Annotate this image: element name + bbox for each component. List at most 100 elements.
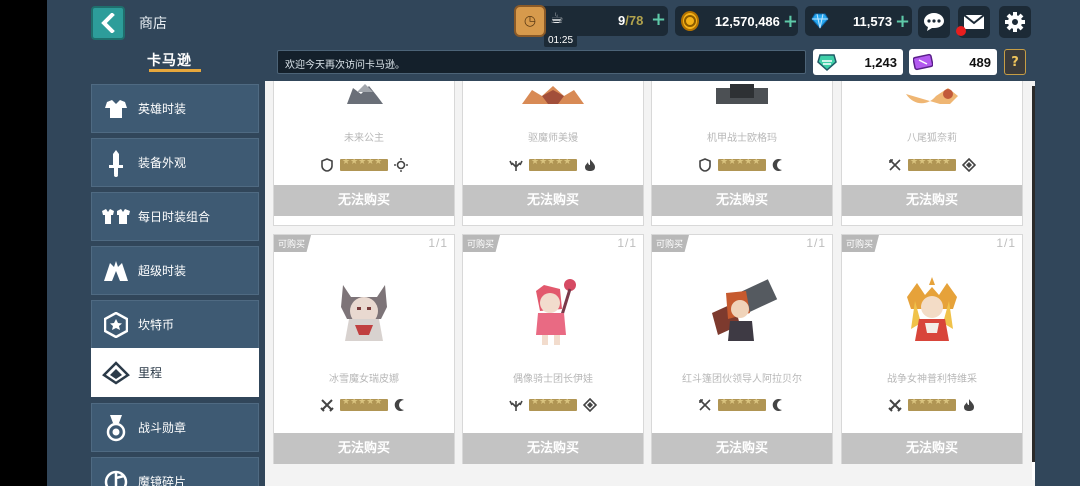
cannot-buy-button[interactable]: 无法购买 bbox=[652, 433, 832, 464]
sword-icon bbox=[98, 145, 134, 181]
moon-icon bbox=[772, 159, 782, 171]
shop-brand-logo: 卡马逊 bbox=[147, 53, 192, 69]
hero-portrait-image bbox=[712, 279, 778, 341]
sidebar-item-label: 超级时装 bbox=[138, 264, 187, 278]
star-rating bbox=[529, 159, 577, 171]
shield-icon bbox=[699, 158, 711, 172]
sidebar-item-label: 装备外观 bbox=[138, 156, 187, 170]
costume-icon bbox=[98, 91, 134, 127]
speech-bubble-icon bbox=[924, 13, 944, 31]
hero-tags bbox=[842, 158, 1022, 172]
mileage-ticket-value: 1,243 bbox=[864, 54, 897, 70]
cannot-buy-button[interactable]: 无法购买 bbox=[274, 433, 454, 464]
cannot-buy-button[interactable]: 无法购买 bbox=[652, 185, 832, 216]
back-button[interactable] bbox=[91, 6, 125, 40]
cannot-buy-button[interactable]: 无法购买 bbox=[463, 185, 643, 216]
hero-tags bbox=[842, 398, 1022, 412]
stamina-value: 9/78 bbox=[618, 13, 644, 28]
fire-icon bbox=[964, 399, 974, 411]
add-stamina-button[interactable]: + bbox=[651, 9, 666, 30]
fire-icon bbox=[585, 159, 595, 171]
sun-icon bbox=[394, 158, 408, 172]
moon-icon bbox=[772, 399, 782, 411]
shop-item-card[interactable]: 可购买 1/1 偶像骑士团长伊娃 无法购买 bbox=[462, 234, 644, 464]
mirror-shard-icon bbox=[98, 464, 134, 486]
crossed-swords-icon bbox=[888, 399, 902, 412]
gold-value: 12,570,486 bbox=[714, 13, 780, 29]
purchasable-badge: 可购买 bbox=[274, 235, 312, 252]
shop-item-card[interactable]: 驱魔师美嫚 无法购买 bbox=[462, 81, 644, 226]
chevron-left-icon bbox=[101, 13, 115, 33]
cannot-buy-button[interactable]: 无法购买 bbox=[463, 433, 643, 464]
shop-item-card[interactable]: 机甲战士欧格玛 无法购买 bbox=[651, 81, 833, 226]
add-gold-button[interactable]: + bbox=[783, 11, 798, 32]
star-rating bbox=[718, 399, 766, 411]
category-sidebar: 英雄时装 装备外观 每日时装组合 超级时装 坎特币 里程 战斗勋章 魔镜碎片 bbox=[47, 81, 265, 486]
sidebar-item-daily-costume-set[interactable]: 每日时装组合 bbox=[91, 192, 259, 241]
shop-item-card[interactable]: 未来公主 无法购买 bbox=[273, 81, 455, 226]
shop-app: 商店 ◷ ☕ 01:25 9/78 + 12,570,486 + 11,573 … bbox=[47, 0, 1080, 486]
mileage-ticket-counter[interactable]: 1,243 bbox=[813, 49, 903, 75]
moon-icon bbox=[394, 399, 404, 411]
hero-portrait-image bbox=[341, 285, 387, 341]
hero-name: 未来公主 bbox=[344, 133, 384, 144]
shield-icon bbox=[321, 158, 333, 172]
ticket-icon bbox=[98, 355, 134, 391]
crossed-swords-icon bbox=[320, 399, 334, 412]
sidebar-item-mirror-shard[interactable]: 魔镜碎片 bbox=[91, 457, 259, 486]
star-rating bbox=[718, 159, 766, 171]
hero-portrait-image bbox=[716, 84, 768, 104]
stamina-counter[interactable]: ◷ ☕ 01:25 9/78 + bbox=[514, 5, 668, 47]
stamina-timer: 01:25 bbox=[544, 34, 578, 47]
help-button[interactable]: ? bbox=[1004, 49, 1026, 75]
purple-ticket-icon bbox=[913, 53, 933, 71]
envelope-icon bbox=[963, 14, 985, 29]
diamond-icon bbox=[962, 158, 976, 172]
brand-underline bbox=[149, 69, 201, 72]
super-costume-icon bbox=[98, 253, 134, 289]
sidebar-item-mileage[interactable]: 里程 bbox=[91, 348, 259, 397]
stock-quantity: 1/1 bbox=[617, 236, 637, 250]
hero-name: 红斗篷团伙领导人阿拉贝尔 bbox=[682, 374, 802, 385]
coffee-cup-icon: ☕ bbox=[550, 9, 564, 27]
cannot-buy-button[interactable]: 无法购买 bbox=[842, 433, 1022, 464]
crossed-arrows-icon bbox=[889, 159, 901, 171]
hero-portrait-image bbox=[522, 86, 584, 104]
gem-icon bbox=[811, 13, 829, 29]
sidebar-item-super-costume[interactable]: 超级时装 bbox=[91, 246, 259, 295]
purchasable-badge: 可购买 bbox=[842, 235, 880, 252]
hero-name: 驱魔师美嫚 bbox=[528, 133, 578, 144]
sidebar-item-battle-medal[interactable]: 战斗勋章 bbox=[91, 403, 259, 452]
sidebar-item-label: 魔镜碎片 bbox=[138, 475, 187, 486]
shop-item-card[interactable]: 可购买 1/1 红斗篷团伙领导人阿拉贝尔 无法购买 bbox=[651, 234, 833, 464]
cannot-buy-button[interactable]: 无法购买 bbox=[842, 185, 1022, 216]
chat-button[interactable] bbox=[918, 6, 950, 38]
stock-quantity: 1/1 bbox=[996, 236, 1016, 250]
purple-ticket-counter[interactable]: 489 bbox=[909, 49, 997, 75]
medal-icon bbox=[98, 410, 134, 446]
sidebar-item-hero-costume[interactable]: 英雄时装 bbox=[91, 84, 259, 133]
stamina-clock-icon: ◷ bbox=[514, 5, 546, 37]
notice-bar: 欢迎今天再次访问卡马逊。 bbox=[277, 50, 806, 74]
gold-coin-icon bbox=[681, 11, 699, 31]
diamond-icon bbox=[583, 398, 597, 412]
hero-name: 偶像骑士团长伊娃 bbox=[513, 374, 593, 385]
shop-item-card[interactable]: 八尾狐奈莉 无法购买 bbox=[841, 81, 1023, 226]
purple-ticket-value: 489 bbox=[969, 54, 991, 70]
sidebar-item-label: 每日时装组合 bbox=[138, 210, 211, 224]
gold-counter[interactable]: 12,570,486 + bbox=[675, 6, 798, 36]
page-title: 商店 bbox=[139, 16, 167, 32]
shop-item-card[interactable]: 可购买 1/1 冰雪魔女瑞皮娜 无法购买 bbox=[273, 234, 455, 464]
hero-portrait-image bbox=[906, 88, 958, 104]
cannot-buy-button[interactable]: 无法购买 bbox=[274, 185, 454, 216]
add-gem-button[interactable]: + bbox=[895, 11, 910, 32]
gem-counter[interactable]: 11,573 + bbox=[805, 6, 912, 36]
star-rating bbox=[908, 159, 956, 171]
outfit-set-icon bbox=[98, 199, 134, 235]
settings-button[interactable] bbox=[999, 6, 1031, 38]
sidebar-item-kanter-coin[interactable]: 坎特币 bbox=[91, 300, 259, 349]
hero-portrait-image bbox=[347, 84, 383, 104]
shop-item-card[interactable]: 可购买 1/1 战争女神普利特维采 无法购买 bbox=[841, 234, 1023, 464]
sidebar-item-equipment-skin[interactable]: 装备外观 bbox=[91, 138, 259, 187]
crossed-arrows-icon bbox=[699, 399, 711, 411]
